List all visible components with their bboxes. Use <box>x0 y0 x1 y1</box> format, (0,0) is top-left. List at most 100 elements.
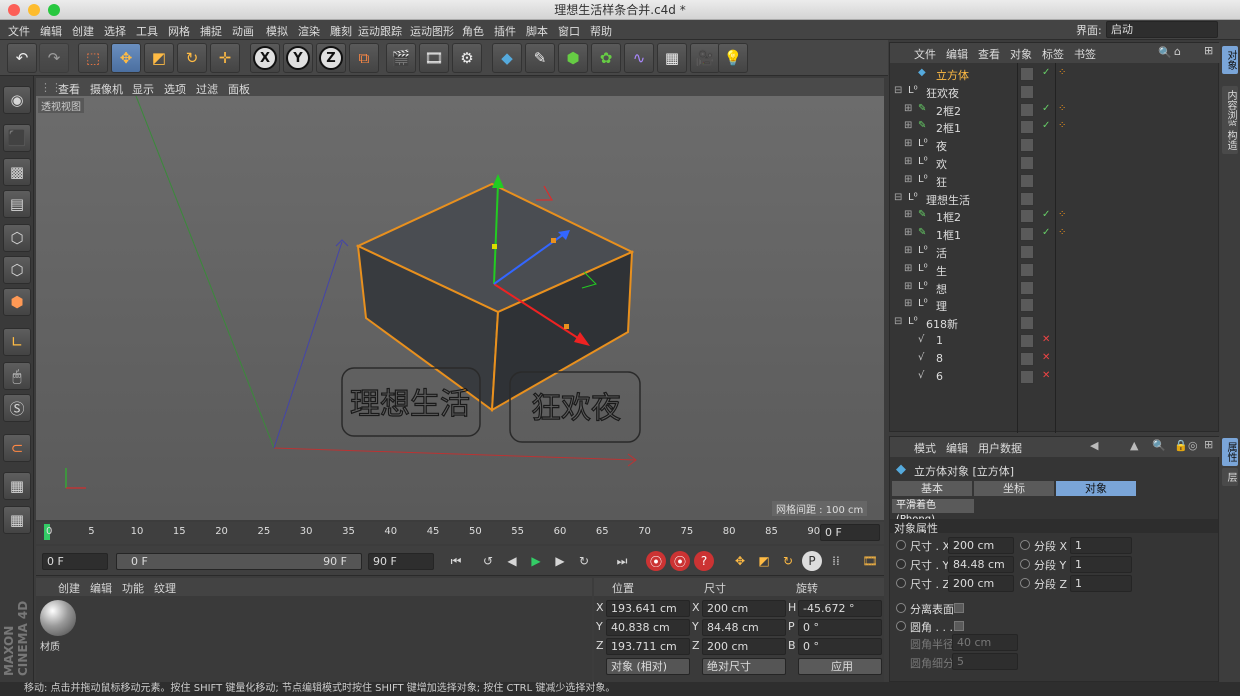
attribute-tab[interactable]: 对象 <box>1056 481 1136 496</box>
menu-item[interactable]: 捕捉 <box>200 23 222 39</box>
key-position-icon[interactable]: ✥ <box>730 551 750 571</box>
object-name[interactable]: 狂 <box>936 174 947 190</box>
record-keys-icon[interactable]: ⦿ <box>646 551 666 571</box>
render-picture-viewer-icon[interactable]: 🎞 <box>419 43 449 73</box>
timeline-icon[interactable]: 🎞 <box>860 551 880 571</box>
object-name[interactable]: 活 <box>936 245 947 261</box>
up-arrow-icon[interactable]: ▲ <box>1130 439 1138 452</box>
object-row[interactable]: ⊟ L⁰ 618新 <box>890 314 1220 332</box>
side-tab[interactable]: 对象 <box>1222 46 1238 74</box>
new-window-icon[interactable]: ⊞ <box>1204 44 1213 57</box>
object-row[interactable]: ⊞ ✎ 2框2 ✓ ⁘ <box>890 101 1220 119</box>
object-menu-item[interactable]: 对象 <box>1010 46 1032 62</box>
undo-button[interactable]: ↶ <box>7 43 37 73</box>
position-field[interactable]: 40.838 cm <box>606 619 690 636</box>
object-name[interactable]: 夜 <box>936 138 947 154</box>
lock-icon[interactable]: 🔒 <box>1174 439 1188 452</box>
layer-tag[interactable] <box>1020 227 1034 242</box>
deformer-icon[interactable]: ∿ <box>624 43 654 73</box>
size-value-field[interactable]: 200 cm <box>948 575 1014 592</box>
object-name[interactable]: 理想生活 <box>926 192 970 208</box>
layer-tag[interactable] <box>1020 262 1034 277</box>
fillet-radio[interactable] <box>896 621 906 631</box>
viewport-menu-item[interactable]: 面板 <box>228 81 250 97</box>
object-row[interactable]: ⊞ L⁰ 欢 <box>890 154 1220 172</box>
material-name[interactable]: 材质 <box>40 638 60 653</box>
separate-surfaces-radio[interactable] <box>896 603 906 613</box>
material-menu-item[interactable]: 功能 <box>122 580 144 596</box>
material-menu-item[interactable]: 编辑 <box>90 580 112 596</box>
menu-item[interactable]: 角色 <box>462 23 484 39</box>
segments-radio[interactable] <box>1020 578 1030 588</box>
z-axis-lock-button[interactable]: Z <box>316 43 346 73</box>
expand-icon[interactable]: ⊞ <box>904 281 912 292</box>
object-row[interactable]: ◆ 立方体 ✓ ⁘ <box>890 65 1220 83</box>
object-menu-item[interactable]: 编辑 <box>946 46 968 62</box>
object-row[interactable]: ⊟ L⁰ 理想生活 <box>890 190 1220 208</box>
object-name[interactable]: 2框1 <box>936 120 961 136</box>
attribute-menu-item[interactable]: 编辑 <box>946 440 968 456</box>
rotation-field[interactable]: -45.672 ° <box>798 600 882 617</box>
attribute-menu-item[interactable]: 用户数据 <box>978 440 1022 456</box>
go-to-end-icon[interactable]: ⏭ <box>612 551 632 571</box>
light-icon[interactable]: 💡 <box>718 43 748 73</box>
separate-surfaces-checkbox[interactable] <box>954 603 964 613</box>
layer-tag[interactable] <box>1020 316 1034 331</box>
layer-tag[interactable] <box>1020 245 1034 259</box>
object-row[interactable]: √ 6 ✕ <box>890 368 1220 386</box>
object-row[interactable]: ⊞ L⁰ 理 <box>890 296 1220 314</box>
current-frame-field[interactable]: 0 F <box>820 524 880 541</box>
menu-item[interactable]: 脚本 <box>526 23 548 39</box>
tab-phong[interactable]: 平滑着色(Phong) <box>892 499 974 525</box>
expand-icon[interactable]: ⊞ <box>904 209 912 220</box>
segments-value-field[interactable]: 1 <box>1070 537 1132 554</box>
object-name[interactable]: 生 <box>936 263 947 279</box>
interface-dropdown[interactable]: 启动 <box>1106 21 1218 38</box>
menu-item[interactable]: 窗口 <box>558 23 580 39</box>
layer-tag[interactable] <box>1020 67 1034 81</box>
object-name[interactable]: 立方体 <box>936 67 969 83</box>
object-menu-item[interactable]: 书签 <box>1074 46 1096 62</box>
menu-item[interactable]: 网格 <box>168 23 190 39</box>
side-tab[interactable]: 构造 <box>1222 126 1238 154</box>
y-axis-lock-button[interactable]: Y <box>283 43 313 73</box>
home-icon[interactable]: ⌂ <box>1174 45 1181 58</box>
attribute-tab[interactable]: 坐标 <box>974 481 1054 496</box>
material-tag-icon[interactable]: ⁘ <box>1058 209 1066 220</box>
size-radio[interactable] <box>896 559 906 569</box>
fillet-subdiv-field[interactable]: 5 <box>952 653 1018 670</box>
object-name[interactable]: 理 <box>936 298 947 314</box>
menu-item[interactable]: 雕刻 <box>330 23 352 39</box>
expand-icon[interactable]: ⊞ <box>904 174 912 185</box>
object-name[interactable]: 想 <box>936 281 947 297</box>
size-radio[interactable] <box>896 540 906 550</box>
check-icon[interactable]: ✓ <box>1042 209 1050 220</box>
segments-radio[interactable] <box>1020 559 1030 569</box>
workplane-mode-icon[interactable]: ▤ <box>3 190 31 218</box>
object-menu-item[interactable]: 文件 <box>914 46 936 62</box>
recent-tools-icon[interactable]: ✛ <box>210 43 240 73</box>
layer-tag[interactable] <box>1020 102 1034 117</box>
redo-button[interactable]: ↷ <box>39 43 69 73</box>
layer-tag[interactable] <box>1020 298 1034 313</box>
attribute-tab[interactable]: 基本 <box>892 481 972 496</box>
make-editable-icon[interactable]: ◉ <box>3 86 31 114</box>
object-row[interactable]: ⊞ ✎ 2框1 ✓ ⁘ <box>890 118 1220 136</box>
cloner-icon[interactable]: ✿ <box>591 43 621 73</box>
key-scale-icon[interactable]: ◩ <box>754 551 774 571</box>
apply-button[interactable]: 应用 <box>798 658 882 675</box>
expand-icon[interactable]: ⊞ <box>904 227 912 238</box>
back-arrow-icon[interactable]: ◀ <box>1090 439 1098 452</box>
polygons-mode-icon[interactable]: ⬢ <box>3 288 31 316</box>
new-window-icon[interactable]: ⊞ <box>1204 438 1213 451</box>
go-to-start-icon[interactable]: ⏮ <box>446 551 466 571</box>
object-row[interactable]: ⊞ L⁰ 活 <box>890 243 1220 261</box>
texture-mode-icon[interactable]: ▩ <box>3 158 31 186</box>
side-tab[interactable]: 属性 <box>1222 438 1238 466</box>
snap-icon[interactable]: ⊂ <box>3 434 31 462</box>
material-tag-icon[interactable]: ⁘ <box>1058 120 1066 131</box>
previous-key-icon[interactable]: ↺ <box>478 551 498 571</box>
viewport-menu-item[interactable]: 选项 <box>164 81 186 97</box>
next-key-icon[interactable]: ↻ <box>574 551 594 571</box>
cube-object-icon[interactable]: ◆ <box>492 43 522 73</box>
